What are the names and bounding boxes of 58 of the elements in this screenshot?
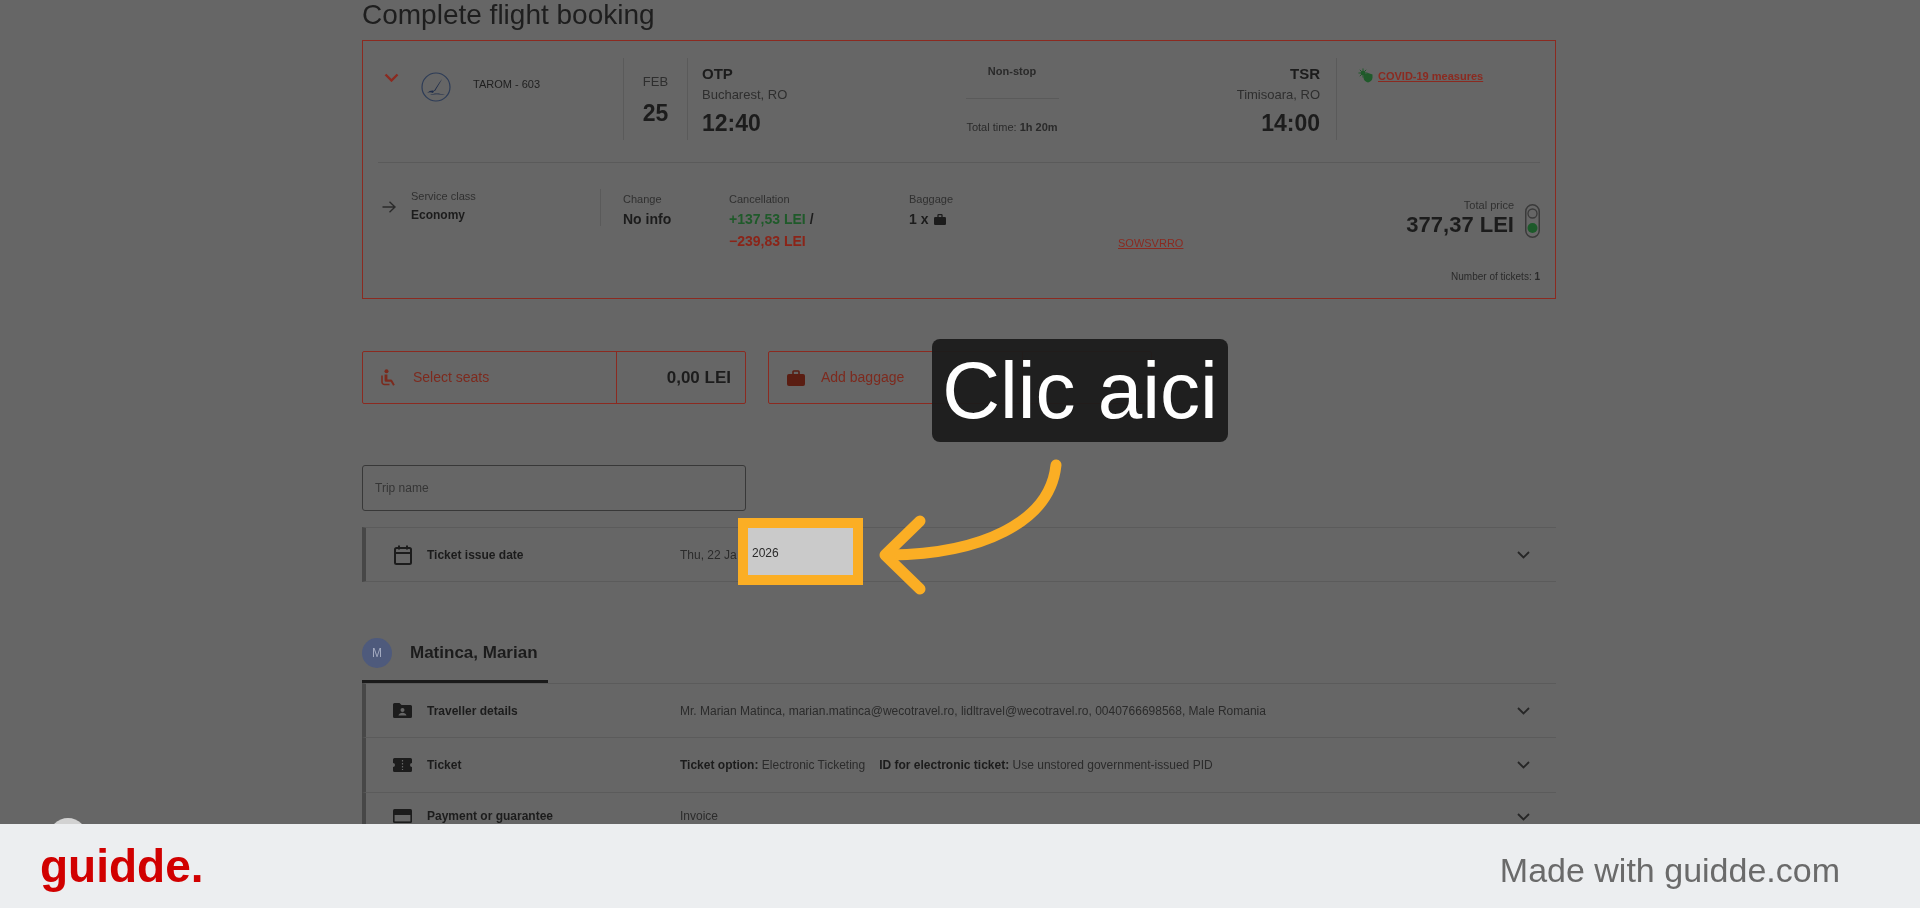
chevron-down-icon[interactable] [1517,706,1530,715]
extra-button[interactable]: Select seats [363,352,616,403]
flight-day: 25 [642,100,669,126]
traveller-tab[interactable]: M Matinca, Marian [362,638,548,683]
chevron-down-icon[interactable] [384,73,399,82]
extra-price: 0,00 LEI [616,352,745,403]
accordion-row[interactable]: Ticket Ticket option: Electronic Ticketing ID for electronic ticket: Use unstored government-issued PID [362,738,1556,793]
section-label: Ticket [427,758,463,772]
section-label: Payment or guarantee [427,809,555,823]
shield-virus-icon [1358,68,1373,83]
avatar: M [362,638,392,668]
chevron-down-icon[interactable] [1517,813,1530,821]
airport-code: OTP [702,65,733,83]
section-value: Mr. Marian Matinca, marian.matinca@wecotravel.ro, lidltravel@wecotravel.ro, 0040766698568, Male Romania [680,703,1266,718]
chevron-down-icon[interactable] [1517,550,1530,559]
tooltip: Clic aici [932,339,1228,442]
seated-person-icon [381,368,397,387]
section-label: Traveller details [427,703,519,718]
fare-code-link[interactable]: SOWSVRRO [1118,236,1184,250]
ticket-icon [393,758,412,772]
airport-city: Timisoara, RO [1236,86,1320,104]
airline-flight-number: TAROM - 603 [473,77,541,91]
section-value: Invoice [680,809,719,823]
footer-credit: Made with guidde.com [1499,850,1840,890]
flight-time: 14:00 [1261,109,1320,137]
flight-time: 12:40 [702,109,761,137]
baggage-count: 1 x [909,210,929,229]
page-title: Complete flight booking [362,0,655,30]
credit-card-icon [393,809,412,823]
cancellation-refund: +137,53 LEI [729,210,806,229]
airport-code: TSR [1290,65,1320,83]
cancellation-fee: −239,83 LEI [729,232,806,251]
airport-city: Bucharest, RO [702,86,788,104]
chevron-down-icon[interactable] [1517,761,1530,769]
stops-info: Non-stop [987,64,1037,78]
suitcase-icon [934,213,947,225]
calendar-icon [393,544,412,565]
accordion-row[interactable]: Traveller details Mr. Marian Matinca, marian.matinca@wecotravel.ro, lidltravel@wecotravel.ro, 0040766698568, Male Romania [362,683,1556,738]
change-value: No info [623,210,672,228]
covid-measures-link[interactable]: COVID-19 measures [1378,68,1484,83]
separator-text: / [809,210,814,229]
suitcase-icon [787,369,805,386]
service-class-value: Economy [411,207,465,223]
highlight-frame[interactable]: 2026 [738,518,863,585]
folder-person-icon [393,703,412,718]
total-price: 377,37 LEI [1406,212,1514,238]
total-time: Total time: 1h 20m [966,120,1058,134]
section-value: Ticket option: Electronic Ticketing [680,758,866,772]
traffic-light-icon [1525,204,1540,238]
traveller-name: Matinca, Marian [410,642,538,665]
arrow-right-icon [382,201,396,213]
date-value: Thu, 22 Ja [680,546,737,564]
guidde-logo[interactable]: guidde. [40,841,204,891]
section-label: Ticket issue date [427,546,525,564]
ticket-count: Number of tickets: 1 [1451,270,1540,284]
flight-month: FEB [642,74,669,90]
section-value: ID for electronic ticket: Use unstored government-issued PID [879,758,1213,772]
bird-logo-icon [421,72,451,102]
